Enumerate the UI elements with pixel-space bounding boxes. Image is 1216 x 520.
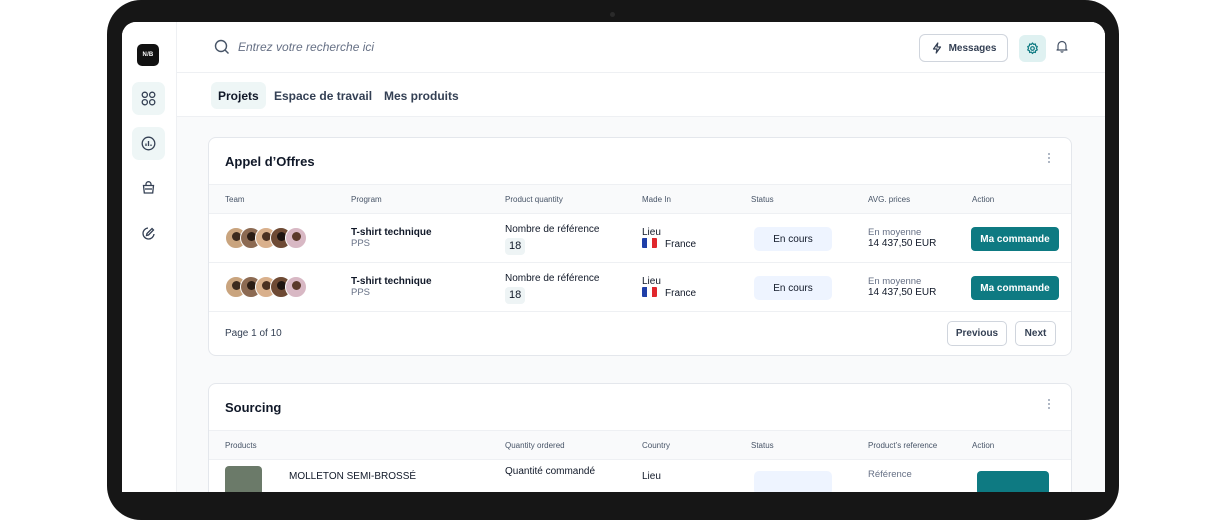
logo: N/B (137, 44, 159, 66)
col-made-in: Made In (642, 195, 671, 204)
ma-commande-button[interactable]: Ma commande (971, 227, 1059, 251)
settings-button[interactable] (1019, 35, 1046, 62)
col-action: Action (972, 195, 995, 204)
country-name: France (665, 288, 697, 299)
tab-mes-produits[interactable]: Mes produits (377, 82, 466, 109)
quantity-label: Nombre de référence (505, 273, 600, 284)
col-country: Country (642, 441, 671, 450)
offers-table-header: Team Program Product quantity Made In St… (209, 184, 1071, 214)
quantity-value: 18 (505, 287, 526, 304)
reference-label: Référence (868, 469, 912, 480)
lieu-label: Lieu (642, 276, 661, 287)
tabs-bar: Projets Espace de travail Mes produits (177, 73, 1105, 117)
sidebar-item-edit[interactable] (132, 217, 165, 250)
page-indicator: Page 1 of 10 (225, 328, 282, 339)
tab-projets[interactable]: Projets (211, 82, 266, 109)
quantity-value: 18 (505, 238, 526, 255)
col-products: Products (225, 441, 257, 450)
status-badge: En cours (754, 227, 832, 251)
quantity-label: Quantité commandé (505, 466, 596, 477)
avg-price: 14 437,50 EUR (868, 287, 937, 298)
more-icon[interactable] (1047, 153, 1051, 163)
gear-icon (1027, 42, 1038, 55)
france-flag-icon (642, 238, 657, 248)
program-sub: PPS (351, 287, 371, 298)
col-program: Program (351, 195, 382, 204)
avg-label: En moyenne (868, 276, 922, 287)
chart-icon (141, 136, 156, 151)
product-name: MOLLETON SEMI-BROSSÉ (289, 471, 417, 482)
table-row: MOLLETON SEMI-BROSSÉ Quantité commandé L… (209, 460, 1071, 492)
bell-icon (1056, 40, 1068, 53)
sidebar-item-shop[interactable] (132, 171, 165, 204)
sourcing-table-header: Products Quantity ordered Country Status… (209, 430, 1071, 460)
table-row: T-shirt technique PPS Nombre de référenc… (209, 263, 1071, 312)
grid-icon (141, 91, 156, 106)
search-icon (214, 39, 229, 54)
lieu-label: Lieu (642, 471, 661, 482)
main-area: Entrez votre recherche ici Messages Proj… (177, 22, 1105, 492)
messages-label: Messages (948, 42, 997, 54)
product-thumbnail (225, 466, 262, 492)
app-screen: N/B Entrez votre recherche ici Messages … (122, 22, 1105, 492)
col-team: Team (225, 195, 245, 204)
sourcing-title: Sourcing (225, 400, 282, 415)
sourcing-card: Sourcing Products Quantity ordered Count… (208, 383, 1072, 492)
messages-button[interactable]: Messages (919, 34, 1008, 62)
lightning-icon (932, 42, 941, 54)
more-icon[interactable] (1047, 399, 1051, 409)
edit-icon (142, 227, 155, 240)
program-sub: PPS (351, 238, 371, 249)
offers-title: Appel d’Offres (225, 154, 315, 169)
country-name: France (665, 239, 697, 250)
avatar (285, 276, 307, 298)
ma-commande-button[interactable]: Ma commande (971, 276, 1059, 300)
col-action: Action (972, 441, 995, 450)
bag-icon (142, 181, 155, 194)
offers-card: Appel d’Offres Team Program Product quan… (208, 137, 1072, 356)
next-button[interactable]: Next (1015, 321, 1056, 346)
col-avg-prices: AVG. prices (868, 195, 911, 204)
avg-price: 14 437,50 EUR (868, 238, 937, 249)
tab-espace-de-travail[interactable]: Espace de travail (267, 82, 379, 109)
col-product-reference: Product’s reference (868, 441, 938, 450)
action-button[interactable] (977, 471, 1049, 492)
program-name: T-shirt technique (351, 276, 432, 287)
search-input[interactable]: Entrez votre recherche ici (238, 40, 374, 54)
col-status: Status (751, 195, 774, 204)
status-badge (754, 471, 832, 492)
sidebar: N/B (122, 22, 177, 492)
avatar (285, 227, 307, 249)
france-flag-icon (642, 287, 657, 297)
camera-dot (610, 12, 615, 17)
table-row: T-shirt technique PPS Nombre de référenc… (209, 214, 1071, 263)
status-badge: En cours (754, 276, 832, 300)
sidebar-item-dashboard[interactable] (132, 82, 165, 115)
avg-label: En moyenne (868, 227, 922, 238)
quantity-label: Nombre de référence (505, 224, 600, 235)
previous-button[interactable]: Previous (947, 321, 1007, 346)
sidebar-item-analytics[interactable] (132, 127, 165, 160)
col-status: Status (751, 441, 774, 450)
search-bar[interactable]: Entrez votre recherche ici (214, 39, 374, 55)
notifications-button[interactable] (1055, 39, 1069, 58)
program-name: T-shirt technique (351, 227, 432, 238)
col-product-quantity: Product quantity (505, 195, 563, 204)
col-quantity-ordered: Quantity ordered (505, 441, 565, 450)
top-bar: Entrez votre recherche ici Messages (177, 22, 1105, 73)
lieu-label: Lieu (642, 227, 661, 238)
